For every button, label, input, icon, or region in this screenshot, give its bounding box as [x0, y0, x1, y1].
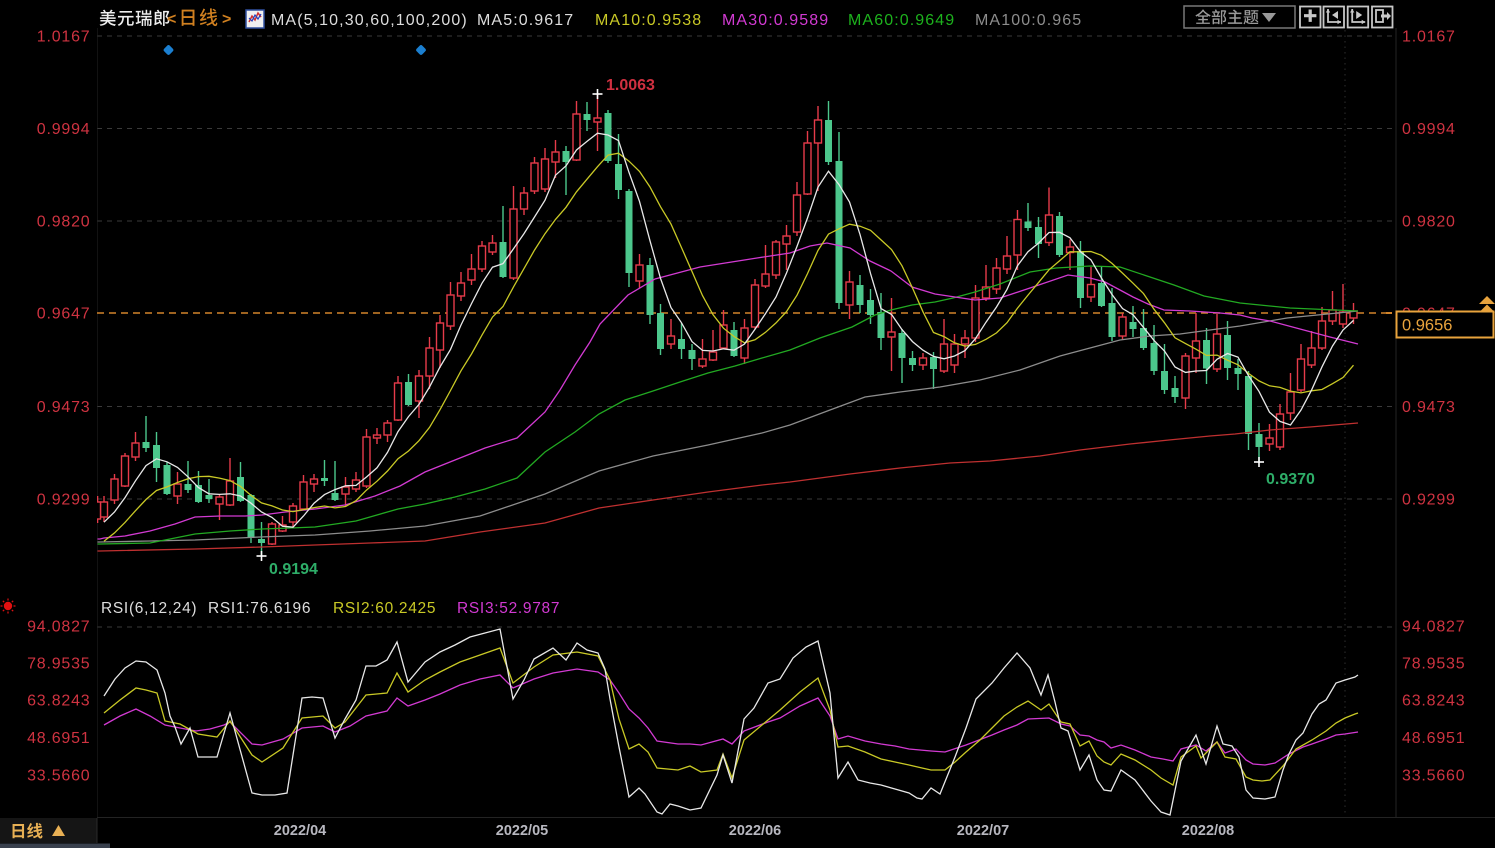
- svg-text:2022/06: 2022/06: [729, 823, 781, 839]
- svg-text:0.9473: 0.9473: [37, 399, 91, 416]
- svg-text:78.9535: 78.9535: [27, 656, 90, 673]
- svg-text:1.0167: 1.0167: [37, 29, 91, 46]
- svg-text:2022/04: 2022/04: [274, 823, 326, 839]
- svg-text:0.9299: 0.9299: [1402, 492, 1456, 509]
- svg-text:0.9299: 0.9299: [37, 492, 91, 509]
- svg-text:33.5660: 33.5660: [27, 768, 90, 785]
- svg-text:63.8243: 63.8243: [1402, 693, 1465, 710]
- svg-text:94.0827: 94.0827: [27, 619, 90, 636]
- svg-text:0.9647: 0.9647: [37, 306, 91, 323]
- svg-text:1.0063: 1.0063: [606, 77, 655, 94]
- svg-text:78.9535: 78.9535: [1402, 656, 1465, 673]
- svg-text:RSI2:60.2425: RSI2:60.2425: [333, 600, 436, 617]
- svg-text:0.9994: 0.9994: [37, 121, 91, 138]
- svg-text:48.6951: 48.6951: [27, 730, 90, 747]
- svg-text:0.9473: 0.9473: [1402, 399, 1456, 416]
- svg-text:0.9820: 0.9820: [1402, 214, 1456, 231]
- svg-text:2022/07: 2022/07: [957, 823, 1009, 839]
- svg-text:MA(5,10,30,60,100,200): MA(5,10,30,60,100,200): [271, 12, 468, 29]
- svg-text:RSI1:76.6196: RSI1:76.6196: [208, 600, 311, 617]
- svg-text:MA100:0.965: MA100:0.965: [975, 12, 1082, 29]
- svg-text:MA60:0.9649: MA60:0.9649: [848, 12, 955, 29]
- svg-text:>: >: [222, 11, 231, 28]
- svg-text:63.8243: 63.8243: [27, 693, 90, 710]
- svg-text:0.9820: 0.9820: [37, 214, 91, 231]
- svg-text:RSI3:52.9787: RSI3:52.9787: [457, 600, 560, 617]
- svg-text:<: <: [167, 11, 176, 28]
- svg-text:1.0167: 1.0167: [1402, 29, 1456, 46]
- svg-text:48.6951: 48.6951: [1402, 730, 1465, 747]
- svg-text:0.9194: 0.9194: [269, 561, 318, 578]
- svg-text:94.0827: 94.0827: [1402, 619, 1465, 636]
- svg-text:RSI(6,12,24): RSI(6,12,24): [101, 600, 197, 617]
- svg-text:0.9370: 0.9370: [1266, 471, 1315, 488]
- svg-text:MA5:0.9617: MA5:0.9617: [477, 12, 574, 29]
- svg-text:MA10:0.9538: MA10:0.9538: [595, 12, 702, 29]
- svg-text:0.9994: 0.9994: [1402, 121, 1456, 138]
- svg-text:MA30:0.9589: MA30:0.9589: [722, 12, 829, 29]
- svg-text:0.9656: 0.9656: [1402, 317, 1452, 335]
- svg-text:2022/05: 2022/05: [496, 823, 548, 839]
- svg-text:2022/08: 2022/08: [1182, 823, 1234, 839]
- svg-text:33.5660: 33.5660: [1402, 768, 1465, 785]
